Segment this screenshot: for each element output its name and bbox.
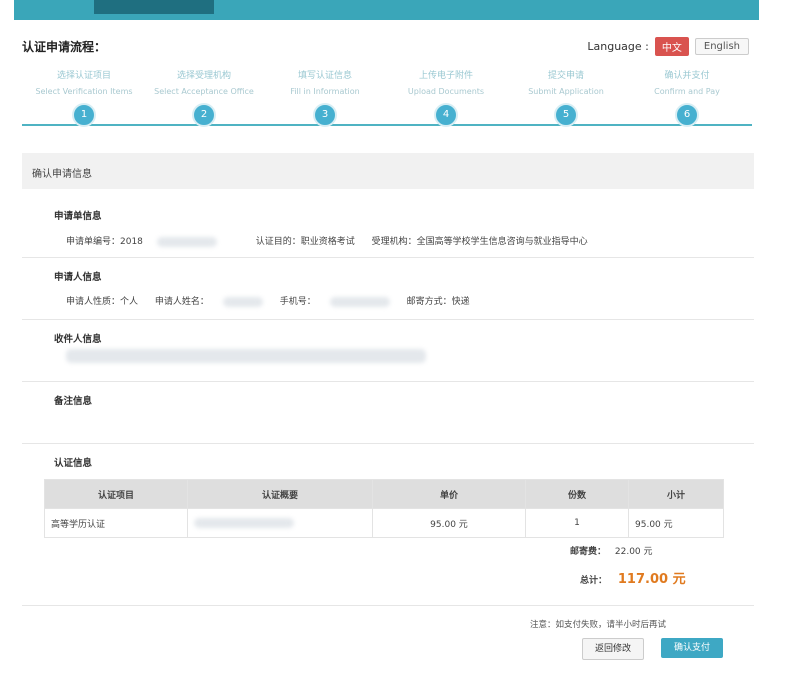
applicant-info-block: 申请人信息 申请人性质：个人 申请人姓名： 手机号： 邮寄方式：快递 (22, 257, 754, 320)
step-cn-label: 提交申请 (547, 71, 584, 81)
recipient-info-block: 收件人信息 (22, 319, 754, 382)
cert-info-title: 认证信息 (54, 458, 93, 469)
page-title: 认证申请流程： (22, 40, 107, 54)
step-en-label: Submit Application (528, 87, 604, 96)
applicant-info-title: 申请人信息 (54, 272, 102, 283)
cell-subtotal: 95.00 元 (628, 508, 724, 538)
cell-price: 95.00 元 (372, 508, 526, 538)
step-2: 选择受理机构 Select Acceptance Office 2 (144, 68, 264, 127)
redacted-value (194, 517, 294, 528)
language-label: Language : (587, 40, 649, 53)
step-6: 确认并支付 Confirm and Pay 6 (627, 68, 747, 127)
col-price-header: 单价 (372, 479, 526, 509)
col-qty-header: 份数 (525, 479, 629, 509)
applicant-name-label: 申请人姓名： (154, 297, 209, 307)
step-cn-label: 填写认证信息 (297, 71, 352, 81)
step-cn-label: 选择受理机构 (176, 71, 231, 81)
application-info-title: 申请单信息 (54, 211, 102, 222)
top-nav-bar (14, 0, 759, 20)
redacted-value (222, 296, 263, 307)
remark-info-block: 备注信息 (22, 381, 754, 444)
step-cn-label: 上传电子附件 (418, 71, 473, 81)
cell-summary (187, 508, 373, 538)
application-info-block: 申请单信息 申请单编号：2018 认证目的：职业资格考试 受理机构：全国高等学校… (22, 195, 754, 258)
step-en-label: Select Acceptance Office (154, 87, 254, 96)
application-info-row: 申请单编号：2018 认证目的：职业资格考试 受理机构：全国高等学校学生信息咨询… (66, 234, 602, 247)
remark-info-title: 备注信息 (54, 396, 93, 407)
language-zh-button[interactable]: 中文 (654, 37, 689, 56)
step-en-label: Select Verification Items (35, 87, 133, 96)
total-row: 总计： 117.00 元 (580, 568, 686, 587)
step-number: 6 (675, 103, 699, 127)
application-purpose: 认证目的：职业资格考试 (255, 237, 355, 247)
cell-item: 高等学历认证 (44, 508, 188, 538)
applicant-mail-method: 邮寄方式：快递 (406, 297, 470, 307)
applicant-type: 申请人性质：个人 (66, 297, 139, 307)
postage-label: 邮寄费： (570, 547, 607, 557)
step-cn-label: 确认并支付 (664, 71, 710, 81)
applicant-info-row: 申请人性质：个人 申请人姓名： 手机号： 邮寄方式：快递 (66, 294, 484, 307)
nav-tab-active[interactable] (94, 0, 214, 14)
confirm-section-header: 确认申请信息 (22, 153, 754, 189)
language-switcher: Language : 中文 English (587, 37, 749, 56)
redacted-value (156, 236, 217, 247)
total-label: 总计： (580, 576, 608, 586)
step-cn-label: 选择认证项目 (56, 71, 111, 81)
step-4: 上传电子附件 Upload Documents 4 (386, 68, 506, 127)
postage-value: 22.00 元 (614, 547, 653, 557)
col-summary-header: 认证概要 (187, 479, 373, 509)
application-number: 申请单编号：2018 (66, 237, 143, 247)
step-en-label: Confirm and Pay (654, 87, 720, 96)
col-subtotal-header: 小计 (628, 479, 724, 509)
step-en-label: Fill in Information (290, 87, 360, 96)
step-number: 1 (72, 103, 96, 127)
back-edit-button[interactable]: 返回修改 (582, 638, 644, 660)
confirm-pay-button[interactable]: 确认支付 (661, 638, 723, 658)
step-number: 4 (434, 103, 458, 127)
cell-qty: 1 (525, 508, 629, 538)
step-number: 5 (554, 103, 578, 127)
cert-items-table: 认证项目 认证概要 单价 份数 小计 高等学历认证 95.00 元 1 95.0… (44, 479, 724, 538)
applicant-phone-label: 手机号： (279, 297, 316, 307)
payment-note: 注意：如支付失败，请半小时后再试 (530, 620, 667, 630)
recipient-info-title: 收件人信息 (54, 334, 102, 345)
application-office: 受理机构：全国高等学校学生信息咨询与就业指导中心 (371, 237, 588, 247)
step-1: 选择认证项目 Select Verification Items 1 (24, 68, 144, 127)
redacted-value (66, 349, 426, 363)
language-en-button[interactable]: English (694, 38, 749, 55)
postage-row: 邮寄费： 22.00 元 (570, 544, 653, 557)
step-3: 填写认证信息 Fill in Information 3 (265, 68, 385, 127)
progress-steps: 选择认证项目 Select Verification Items 1 选择受理机… (22, 68, 752, 138)
col-item-header: 认证项目 (44, 479, 188, 509)
table-row: 高等学历认证 95.00 元 1 95.00 元 (44, 508, 724, 538)
redacted-value (329, 296, 390, 307)
confirm-section-title: 确认申请信息 (32, 169, 92, 180)
step-number: 2 (192, 103, 216, 127)
step-number: 3 (313, 103, 337, 127)
total-value: 117.00 元 (617, 572, 686, 587)
page: 认证申请流程： Language : 中文 English 选择认证项目 Sel… (14, 0, 759, 675)
step-en-label: Upload Documents (407, 87, 485, 96)
step-5: 提交申请 Submit Application 5 (506, 68, 626, 127)
table-header-row: 认证项目 认证概要 单价 份数 小计 (44, 479, 724, 509)
recipient-info-row (66, 349, 440, 363)
